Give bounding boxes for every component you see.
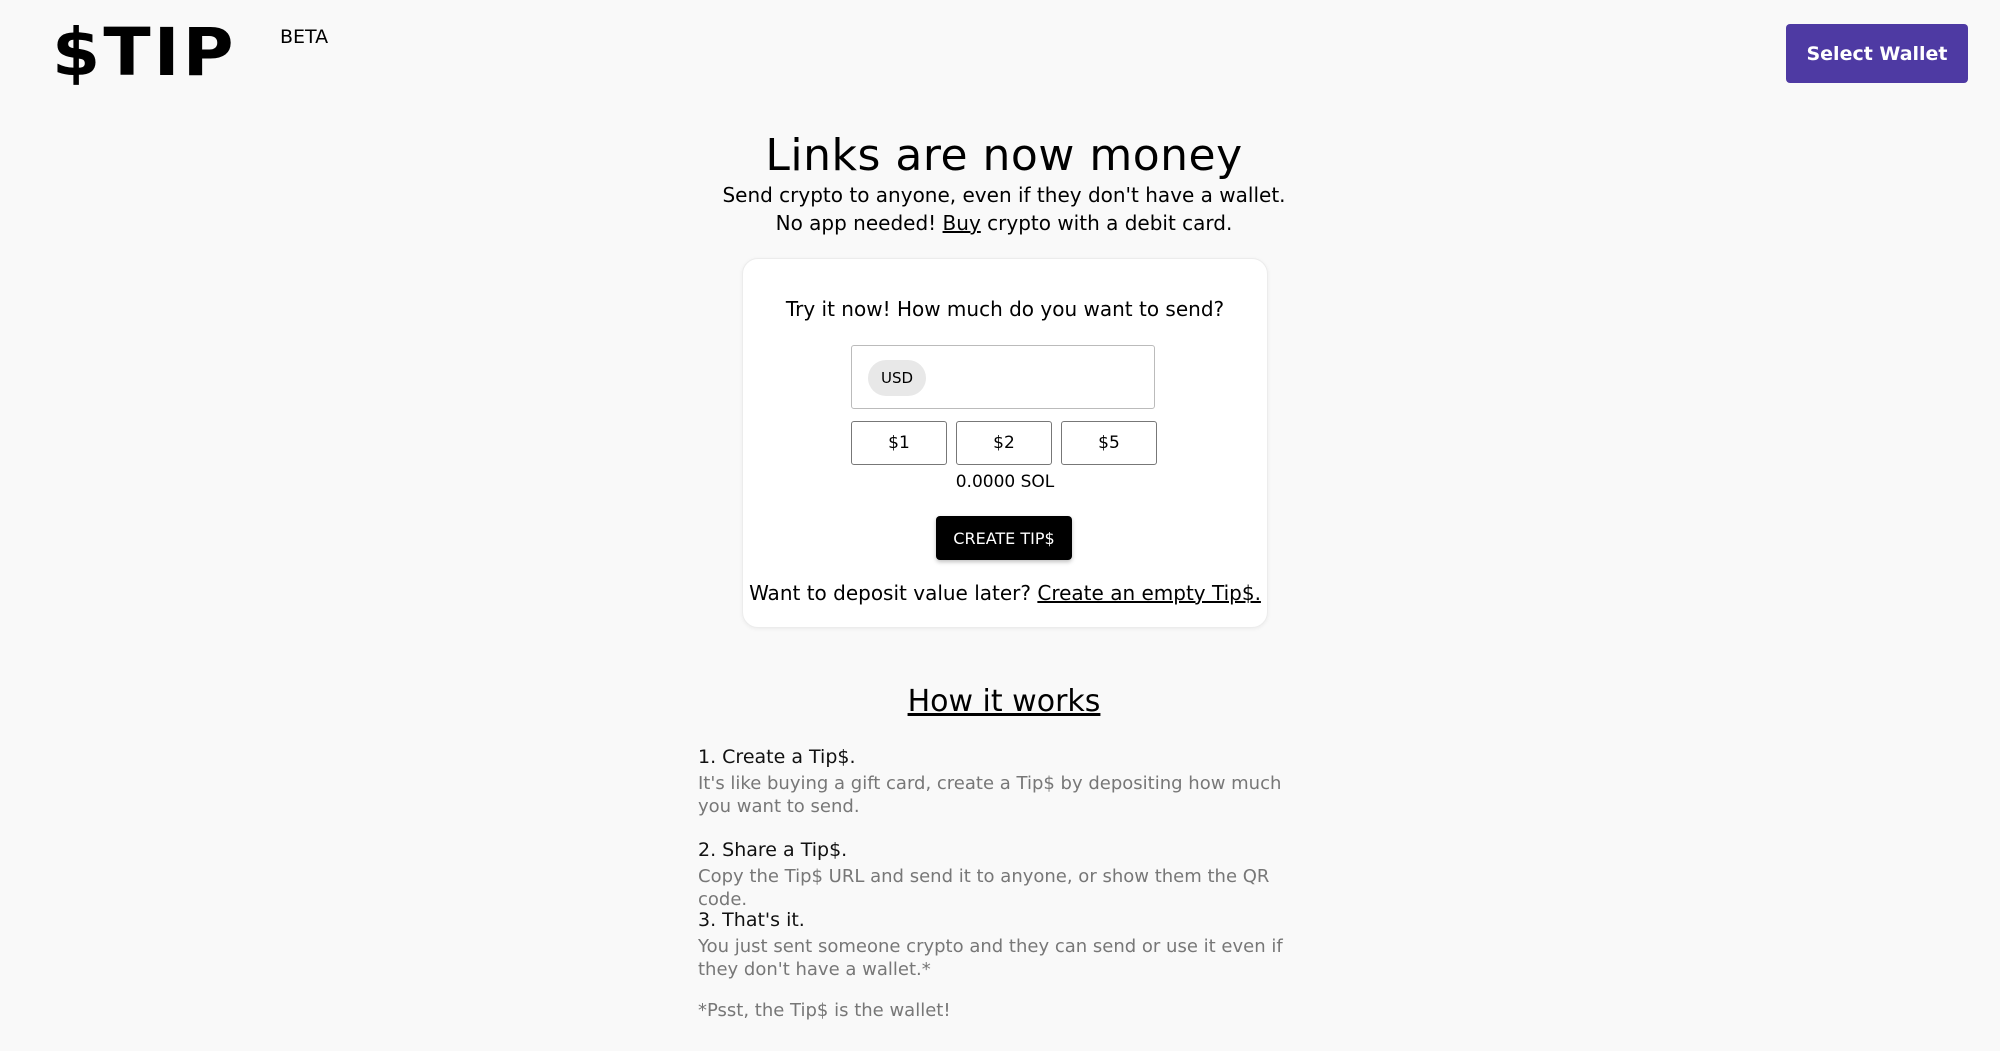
send-prompt: Try it now! How much do you want to send… xyxy=(785,297,1225,321)
header: $TIP BETA Select Wallet xyxy=(0,0,2000,110)
step-title: 3. That's it. xyxy=(698,909,805,931)
select-wallet-button[interactable]: Select Wallet xyxy=(1786,24,1968,83)
create-empty-tip-link[interactable]: Create an empty Tip$. xyxy=(1037,581,1261,605)
amount-field[interactable]: USD xyxy=(851,345,1155,409)
step-description: You just sent someone crypto and they ca… xyxy=(698,936,1283,980)
step-title: 1. Create a Tip$. xyxy=(698,746,856,768)
how-it-works-title: How it works xyxy=(907,684,1101,719)
page-title: Links are now money xyxy=(765,130,1243,181)
sol-amount: 0.0000 SOL xyxy=(955,472,1055,492)
step-description: It's like buying a gift card, create a T… xyxy=(698,773,1282,817)
step-description: Copy the Tip$ URL and send it to anyone,… xyxy=(698,866,1270,910)
preset-2-button[interactable]: $2 xyxy=(956,421,1052,465)
footnote: *Psst, the Tip$ is the wallet! xyxy=(698,1000,951,1021)
preset-5-button[interactable]: $5 xyxy=(1061,421,1157,465)
deposit-later-text: Want to deposit value later? xyxy=(749,581,1038,605)
hero-subtitle-suffix: crypto with a debit card. xyxy=(980,211,1233,235)
hero-subtitle: Send crypto to anyone, even if they don'… xyxy=(722,183,1286,207)
hero-subtitle-prefix: No app needed! xyxy=(775,211,943,235)
logo[interactable]: $TIP xyxy=(52,18,237,88)
create-tip-button[interactable]: CREATE TIP$ xyxy=(936,516,1072,560)
step-item: 3. That's it. You just sent someone cryp… xyxy=(698,908,1318,981)
beta-badge: BETA xyxy=(280,26,329,48)
currency-chip[interactable]: USD xyxy=(868,360,926,396)
preset-1-button[interactable]: $1 xyxy=(851,421,947,465)
step-title: 2. Share a Tip$. xyxy=(698,839,848,861)
amount-input[interactable] xyxy=(934,356,1148,400)
step-item: 1. Create a Tip$. It's like buying a gif… xyxy=(698,745,1318,818)
buy-link[interactable]: Buy xyxy=(943,211,981,235)
step-item: 2. Share a Tip$. Copy the Tip$ URL and s… xyxy=(698,838,1318,911)
hero-subtitle-buy: No app needed! Buy crypto with a debit c… xyxy=(0,209,2000,237)
send-card: Try it now! How much do you want to send… xyxy=(742,258,1268,628)
deposit-later: Want to deposit value later? Create an e… xyxy=(743,581,1267,605)
